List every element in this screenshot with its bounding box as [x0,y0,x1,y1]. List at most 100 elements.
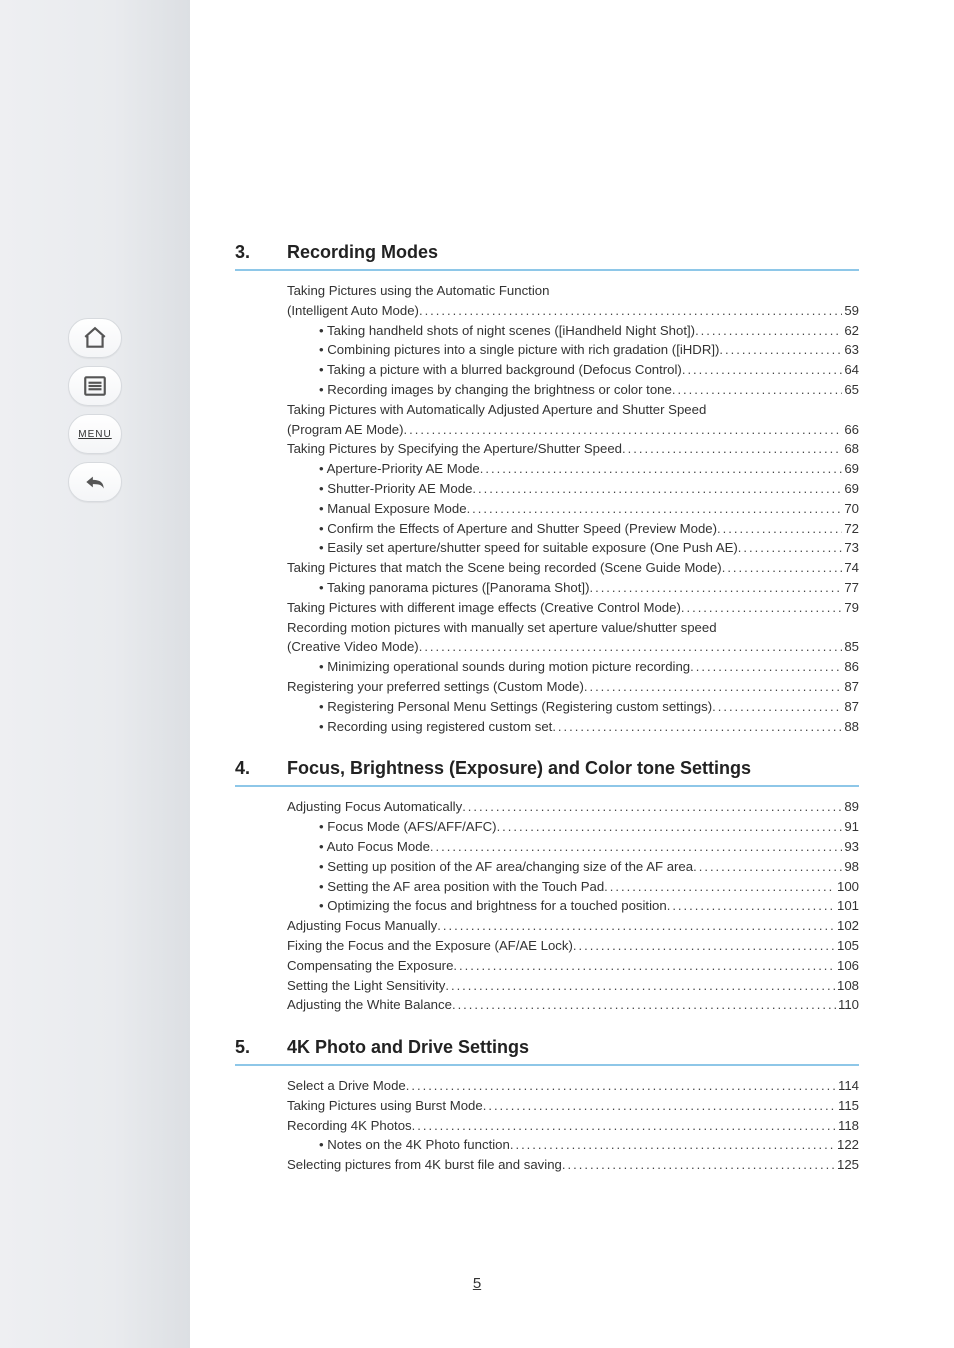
dot-leader [404,420,843,440]
toc-label: Focus Mode (AFS/AFF/AFC) [319,817,497,837]
toc-entry[interactable]: Recording images by changing the brightn… [287,380,859,400]
toc-entry[interactable]: (Program AE Mode)66 [287,420,859,440]
dot-leader [412,1116,836,1136]
toc-page: 69 [842,459,859,479]
toc-page: 69 [842,479,859,499]
toc-label: Confirm the Effects of Aperture and Shut… [319,519,717,539]
toc-entry[interactable]: Recording using registered custom set88 [287,717,859,737]
toc-label: Taking Pictures with Automatically Adjus… [287,400,706,420]
toc-entry[interactable]: Manual Exposure Mode 70 [287,499,859,519]
toc-label: Fixing the Focus and the Exposure (AF/AE… [287,936,573,956]
toc-entry[interactable]: Taking handheld shots of night scenes ([… [287,321,859,341]
nav-back-button[interactable] [68,462,122,502]
dot-leader [552,717,842,737]
toc-entry[interactable]: Taking Pictures with Automatically Adjus… [287,400,859,420]
toc-entry[interactable]: Taking Pictures using the Automatic Func… [287,281,859,301]
toc-entry[interactable]: Setting the Light Sensitivity108 [287,976,859,996]
toc-page: 70 [842,499,859,519]
toc-page: 66 [842,420,859,440]
dot-leader [472,479,842,499]
toc-entry[interactable]: Adjusting Focus Automatically89 [287,797,859,817]
toc-entry[interactable]: (Intelligent Auto Mode) 59 [287,301,859,321]
dot-leader [453,956,835,976]
toc-entry[interactable]: Shutter-Priority AE Mode69 [287,479,859,499]
dot-leader [712,697,842,717]
nav-home-button[interactable] [68,318,122,358]
toc-entry[interactable]: Aperture-Priority AE Mode 69 [287,459,859,479]
toc-entry[interactable]: Recording 4K Photos118 [287,1116,859,1136]
toc-entry[interactable]: Optimizing the focus and brightness for … [287,896,859,916]
toc-entry[interactable]: Notes on the 4K Photo function122 [287,1135,859,1155]
dot-leader [719,340,842,360]
section-3-header[interactable]: 3. Recording Modes [235,242,859,271]
toc-label: Setting the AF area position with the To… [319,877,604,897]
toc-label: Minimizing operational sounds during mot… [319,657,690,677]
toc-entry[interactable]: Minimizing operational sounds during mot… [287,657,859,677]
toc-label: Taking Pictures that match the Scene bei… [287,558,722,578]
toc-label: Combining pictures into a single picture… [319,340,719,360]
toc-page: 65 [842,380,859,400]
toc-entry[interactable]: Combining pictures into a single picture… [287,340,859,360]
nav-menu-button[interactable]: MENU [68,414,122,454]
section-number: 4. [235,758,265,779]
section-3: 3. Recording Modes Taking Pictures using… [235,242,859,736]
toc-entry[interactable]: Taking Pictures that match the Scene bei… [287,558,859,578]
toc-label: Setting up position of the AF area/chang… [319,857,693,877]
dot-leader [562,1155,835,1175]
toc-entry[interactable]: Taking a picture with a blurred backgrou… [287,360,859,380]
toc-entry[interactable]: (Creative Video Mode)85 [287,637,859,657]
toc-page: 87 [842,697,859,717]
list-icon [82,373,108,399]
toc-entry[interactable]: Focus Mode (AFS/AFF/AFC)91 [287,817,859,837]
toc-entry[interactable]: Recording motion pictures with manually … [287,618,859,638]
toc-entry[interactable]: Fixing the Focus and the Exposure (AF/AE… [287,936,859,956]
toc-entry[interactable]: Easily set aperture/shutter speed for su… [287,538,859,558]
nav-contents-button[interactable] [68,366,122,406]
toc-page: 74 [842,558,859,578]
toc-entry[interactable]: Compensating the Exposure106 [287,956,859,976]
toc-entry[interactable]: Setting up position of the AF area/chang… [287,857,859,877]
toc-entry[interactable]: Registering your preferred settings (Cus… [287,677,859,697]
toc-entry[interactable]: Taking Pictures using Burst Mode115 [287,1096,859,1116]
dot-leader [437,916,835,936]
toc-label: Taking handheld shots of night scenes ([… [319,321,695,341]
toc-entry[interactable]: Setting the AF area position with the To… [287,877,859,897]
toc-page: 89 [842,797,859,817]
section-4: 4. Focus, Brightness (Exposure) and Colo… [235,758,859,1015]
toc-entry[interactable]: Confirm the Effects of Aperture and Shut… [287,519,859,539]
toc-page: 87 [842,677,859,697]
toc-label: Aperture-Priority AE Mode [319,459,480,479]
toc-entry[interactable]: Taking Pictures by Specifying the Apertu… [287,439,859,459]
dot-leader [406,1076,836,1096]
section-5-header[interactable]: 5. 4K Photo and Drive Settings [235,1037,859,1066]
dot-leader [672,380,843,400]
dot-leader [462,797,842,817]
toc-label: Taking Pictures with different image eff… [287,598,681,618]
toc-page: 93 [842,837,859,857]
toc-entry[interactable]: Adjusting Focus Manually102 [287,916,859,936]
toc-page: 59 [842,301,859,321]
toc-label: Manual Exposure Mode [319,499,467,519]
toc-entry[interactable]: Auto Focus Mode93 [287,837,859,857]
toc-entry[interactable]: Selecting pictures from 4K burst file an… [287,1155,859,1175]
section-5-toc: Select a Drive Mode114 Taking Pictures u… [287,1076,859,1175]
dot-leader [682,360,843,380]
toc-entry[interactable]: Select a Drive Mode114 [287,1076,859,1096]
toc-label: Registering your preferred settings (Cus… [287,677,584,697]
page-number[interactable]: 5 [0,1275,954,1292]
toc-entry[interactable]: Taking Pictures with different image eff… [287,598,859,618]
back-icon [82,469,108,495]
toc-entry[interactable]: Adjusting the White Balance 110 [287,995,859,1015]
dot-leader [738,538,843,558]
toc-page: 110 [836,995,859,1015]
toc-entry[interactable]: Registering Personal Menu Settings (Regi… [287,697,859,717]
dot-leader [681,598,842,618]
toc-label: Adjusting Focus Manually [287,916,437,936]
home-icon [82,325,108,351]
toc-label: (Intelligent Auto Mode) [287,301,419,321]
toc-label: Compensating the Exposure [287,956,453,976]
toc-page: 68 [842,439,859,459]
section-4-header[interactable]: 4. Focus, Brightness (Exposure) and Colo… [235,758,859,787]
toc-entry[interactable]: Taking panorama pictures ([Panorama Shot… [287,578,859,598]
toc-label: Adjusting the White Balance [287,995,452,1015]
